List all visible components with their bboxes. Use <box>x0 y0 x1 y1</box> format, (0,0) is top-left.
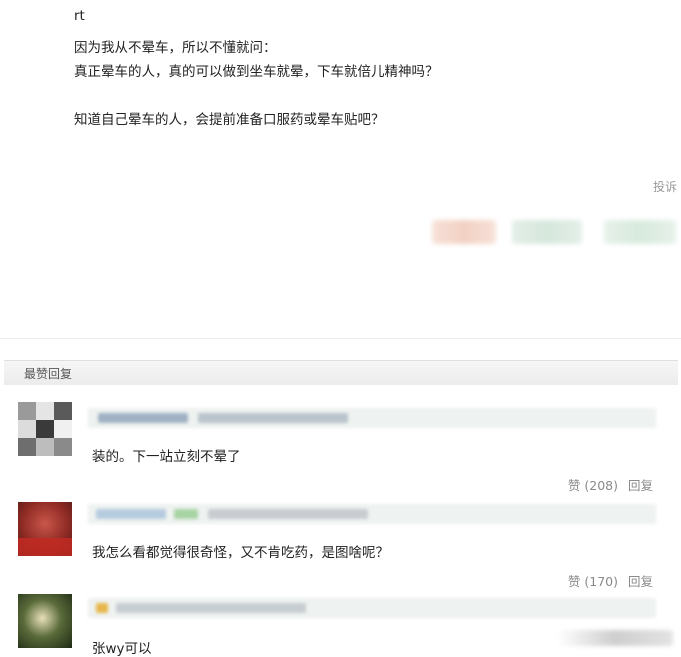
reply-text: 我怎么看都觉得很奇怪，又不肯吃药，是图啥呢？ <box>92 545 389 561</box>
post-line-2: 因为我从不晕车，所以不懂就问： <box>74 40 277 56</box>
blurred-action-button[interactable] <box>432 220 496 244</box>
reply-actions: 赞 (208) 回复 <box>568 475 653 494</box>
avatar[interactable] <box>18 594 72 648</box>
report-link[interactable]: 投诉 <box>653 178 677 195</box>
avatar[interactable] <box>18 502 72 556</box>
avatar[interactable] <box>18 402 72 456</box>
section-title: 最赞回复 <box>24 367 73 381</box>
watermark <box>557 630 673 646</box>
blurred-action-button[interactable] <box>512 220 582 244</box>
blurred-username[interactable] <box>88 408 656 428</box>
like-button[interactable]: 赞 (208) <box>568 478 618 493</box>
like-button[interactable]: 赞 (170) <box>568 574 618 589</box>
reply-text: 张wy可以 <box>92 641 152 657</box>
blurred-action-button[interactable] <box>604 220 676 244</box>
reply-button[interactable]: 回复 <box>628 478 653 493</box>
post-line-3: 真正晕车的人，真的可以做到坐车就晕，下车就倍儿精神吗？ <box>74 64 439 80</box>
post-line-4: 知道自己晕车的人，会提前准备口服药或晕车贴吧？ <box>74 112 385 128</box>
post-line-1: rt <box>74 8 85 24</box>
blurred-username[interactable] <box>88 598 656 618</box>
blurred-username[interactable] <box>88 504 656 524</box>
post-content: rt 因为我从不晕车，所以不懂就问： 真正晕车的人，真的可以做到坐车就晕，下车就… <box>0 0 681 338</box>
divider <box>0 338 681 339</box>
reply-item: 装的。下一站立刻不晕了 赞 (208) 回复 <box>0 398 681 493</box>
reply-text: 装的。下一站立刻不晕了 <box>92 449 241 465</box>
reply-button[interactable]: 回复 <box>628 574 653 589</box>
reply-item: 我怎么看都觉得很奇怪，又不肯吃药，是图啥呢？ 赞 (170) 回复 <box>0 494 681 589</box>
top-replies-header: 最赞回复 <box>4 360 678 385</box>
